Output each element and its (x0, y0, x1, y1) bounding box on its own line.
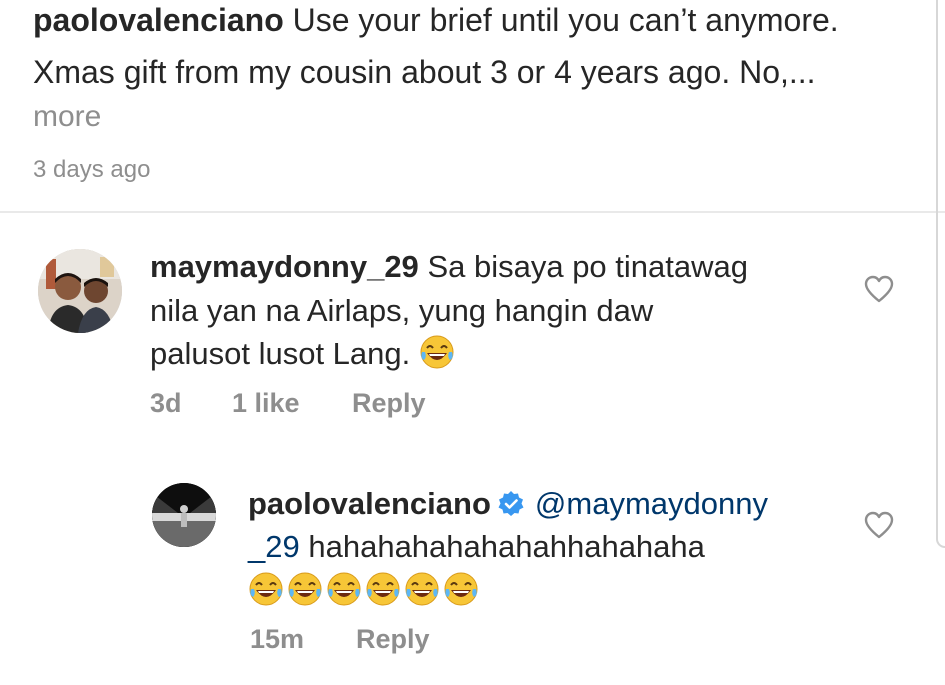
caption-timestamp: 3 days ago (33, 156, 151, 183)
reply-emoji-row (248, 570, 482, 612)
tears-of-joy-emoji-icon (444, 572, 478, 606)
like-heart-icon[interactable] (864, 511, 894, 539)
reply-mention-continued[interactable]: _29 (248, 529, 300, 564)
comment-timestamp: 3d (150, 388, 182, 418)
caption-text-1: Use your brief until you can’t anymore. (292, 2, 839, 38)
reply-text: hahahahahahahahhahahaha (308, 529, 705, 564)
reply-line-1: paolovalenciano @maymaydonny (248, 483, 768, 525)
tears-of-joy-emoji-icon (420, 335, 454, 369)
like-heart-icon[interactable] (864, 275, 894, 303)
comment-reply-button[interactable]: Reply (352, 388, 426, 419)
tears-of-joy-emoji-icon (288, 572, 322, 606)
reply-mention[interactable]: @maymaydonny (535, 486, 768, 521)
comment-text-2: nila yan na Airlaps, yung hangin daw (150, 293, 654, 328)
tears-of-joy-emoji-icon (327, 572, 361, 606)
comment-line-3: palusot lusot Lang. (150, 333, 458, 375)
reply-timestamp: 15m (250, 624, 305, 654)
comment-line-1: maymaydonny_29 Sa bisaya po tinatawag (150, 246, 748, 288)
reply-avatar[interactable] (152, 483, 216, 547)
reply-line-2: _29 hahahahahahahahhahahaha (248, 526, 705, 568)
comment-avatar[interactable] (38, 249, 122, 333)
caption-username[interactable]: paolovalenciano (33, 2, 284, 38)
tears-of-joy-emoji-icon (366, 572, 400, 606)
reply-reply-button[interactable]: Reply (356, 624, 430, 655)
comment-text-3: palusot lusot Lang. (150, 336, 411, 371)
comment-text-1: Sa bisaya po tinatawag (427, 249, 748, 284)
tears-of-joy-emoji-icon (249, 572, 283, 606)
comment-likes-count[interactable]: 1 like (232, 388, 300, 419)
comment-username[interactable]: maymaydonny_29 (150, 249, 419, 284)
verified-badge-icon (498, 491, 524, 516)
scroll-edge (936, 0, 945, 548)
caption-more-link[interactable]: more (33, 100, 101, 134)
caption-text-2: Xmas gift from my cousin about 3 or 4 ye… (33, 54, 816, 90)
tears-of-joy-emoji-icon (405, 572, 439, 606)
reply-username[interactable]: paolovalenciano (248, 486, 491, 521)
divider (0, 211, 945, 213)
caption-line-1: paolovalenciano Use your brief until you… (33, 0, 839, 40)
